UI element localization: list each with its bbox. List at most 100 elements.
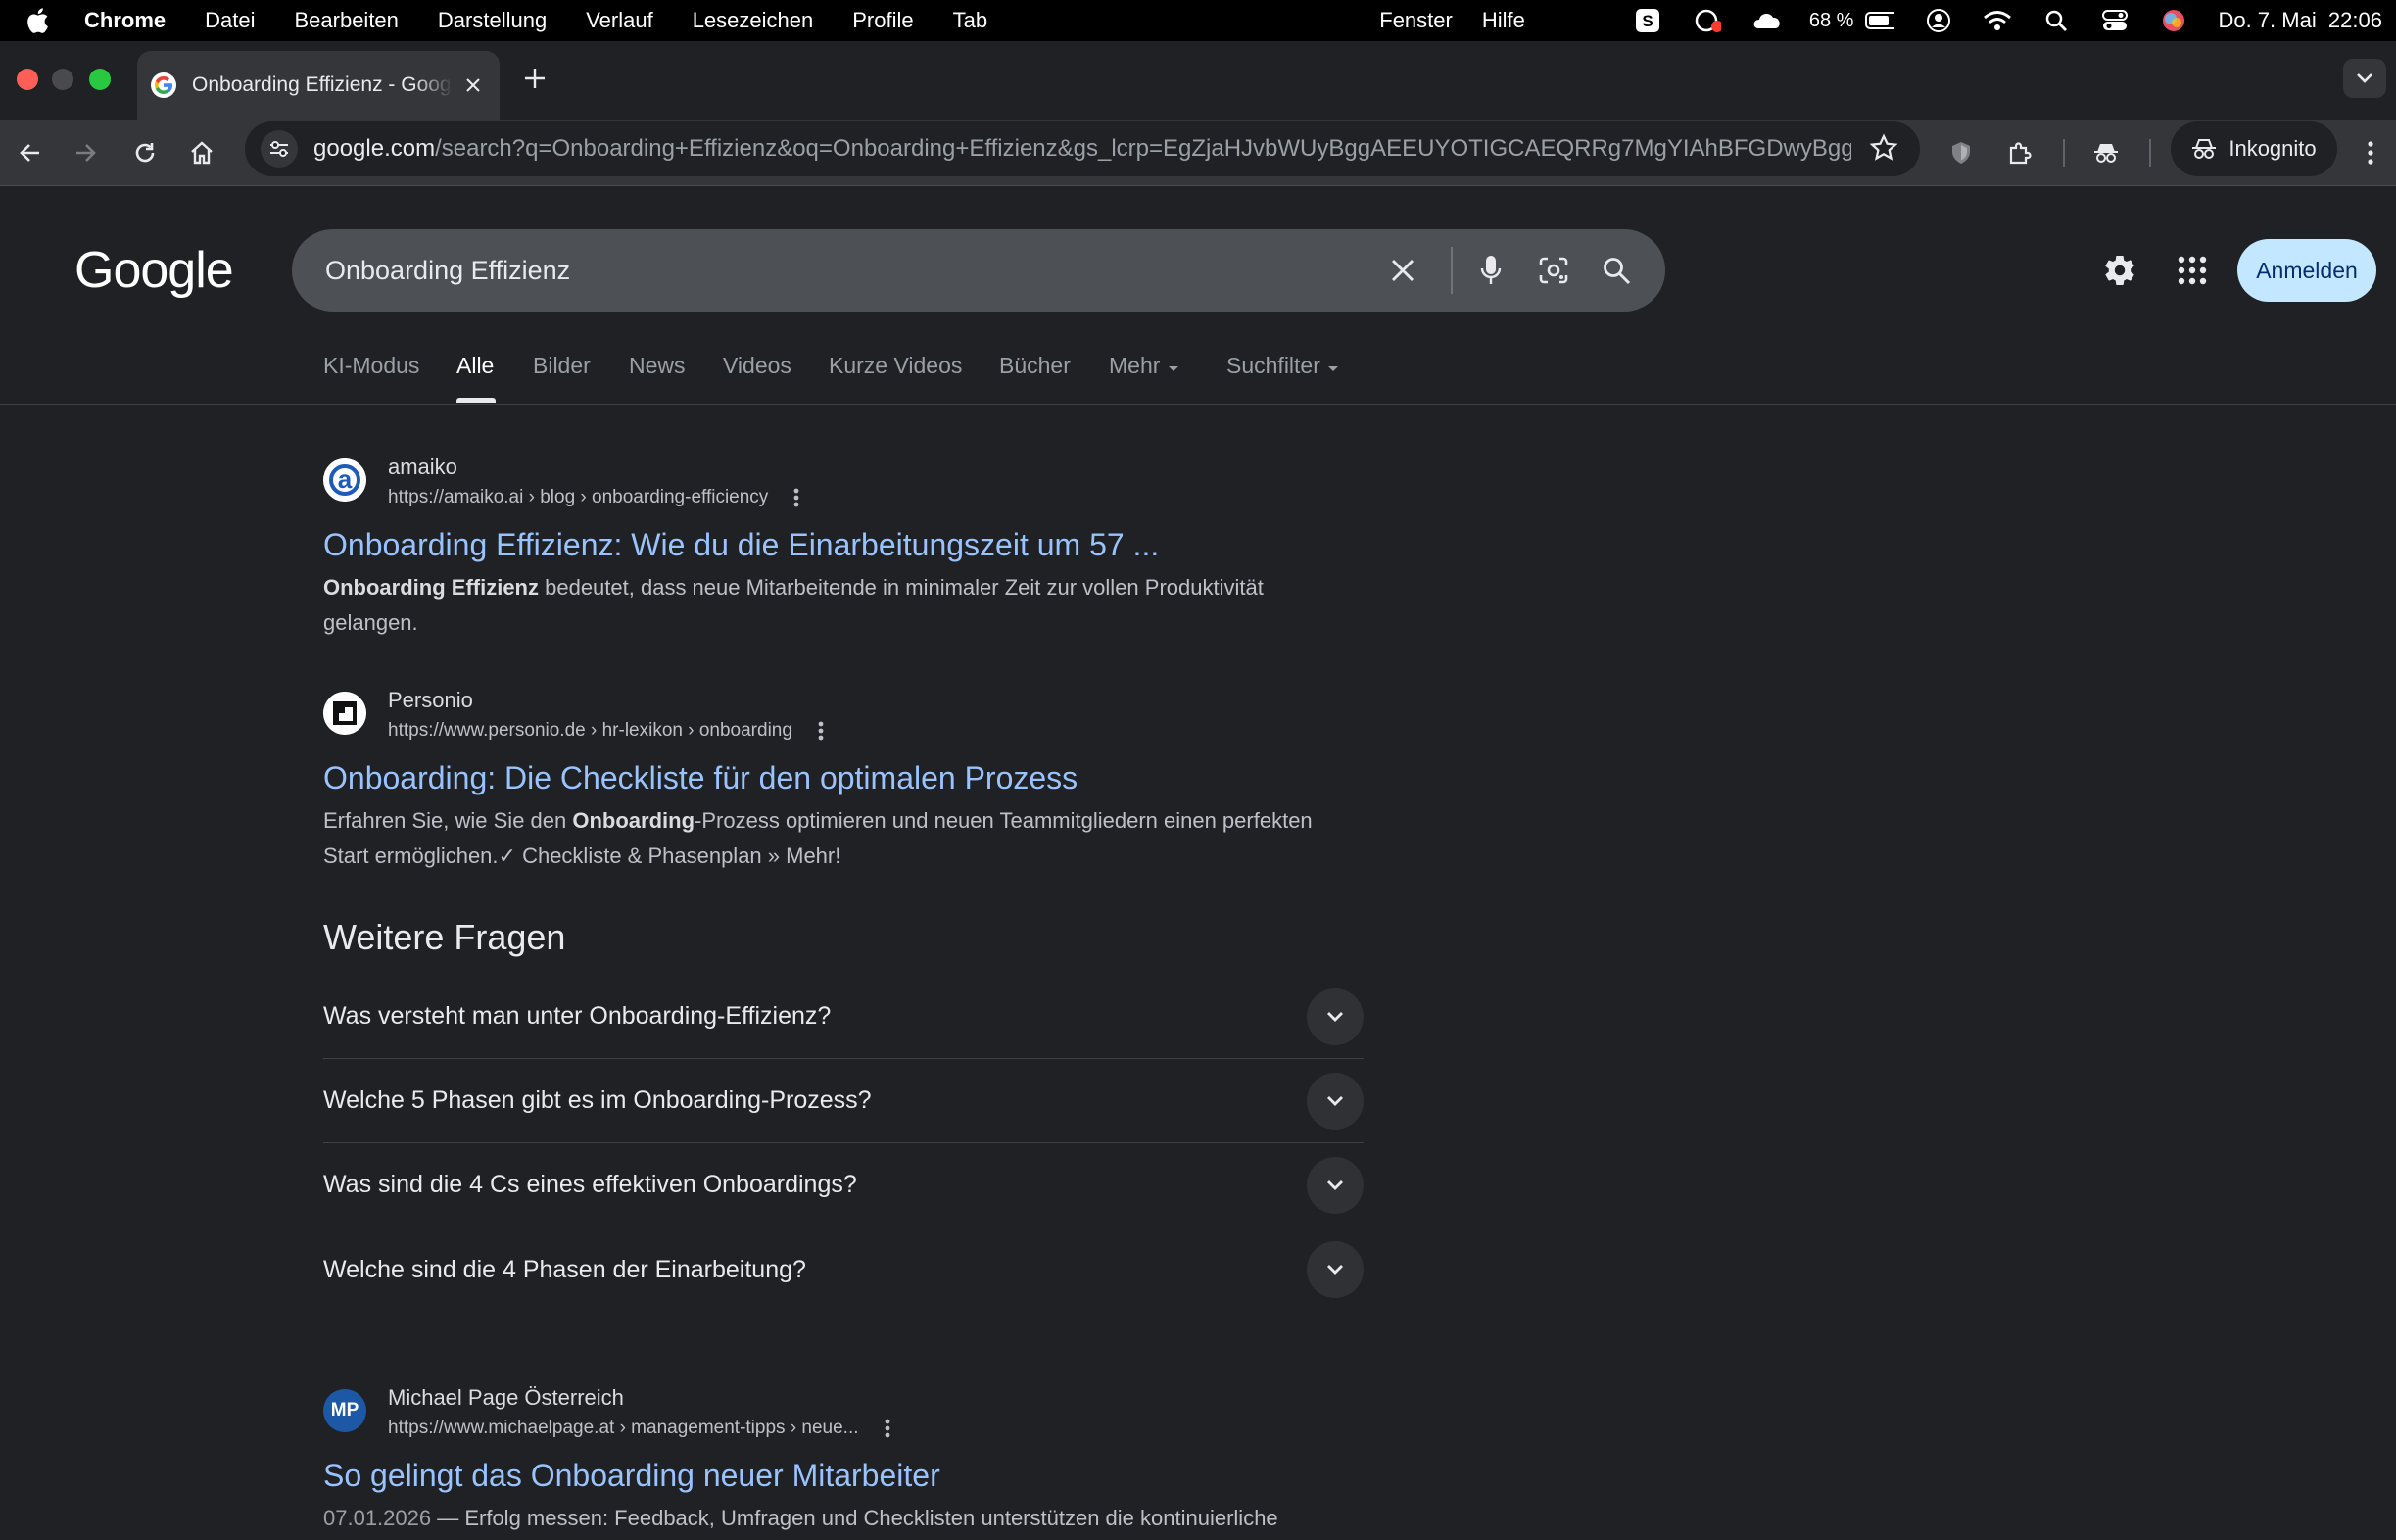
tab-search-chevron-icon[interactable] [2343,59,2386,98]
wifi-icon[interactable] [1983,7,2012,34]
snippet-bold: Onboarding Effizienz [323,575,539,600]
back-arrow-icon[interactable] [12,135,47,170]
browser-tab-active[interactable]: Onboarding Effizienz - Google Suche [137,51,500,120]
bookmark-star-icon[interactable] [1869,133,1898,168]
menu-tab[interactable]: Tab [953,8,987,33]
search-result: a amaiko https://amaiko.ai › blog › onbo… [323,453,1362,641]
spotlight-search-icon[interactable] [2041,7,2071,34]
tab-ki-modus[interactable]: KI-Modus [323,353,419,379]
paa-question[interactable]: Was versteht man unter Onboarding-Effizi… [323,975,1364,1059]
extensions-puzzle-icon[interactable] [2002,135,2037,170]
home-icon[interactable] [184,135,219,170]
shield-extension-icon[interactable] [1943,135,1979,170]
google-apps-grid-icon[interactable] [2169,247,2216,294]
sign-in-button[interactable]: Anmelden [2237,239,2376,302]
toolbar-separator [2063,139,2065,167]
tab-bilder[interactable]: Bilder [533,353,591,379]
chevron-down-icon[interactable] [1307,1157,1364,1214]
forward-arrow-icon[interactable] [69,135,104,170]
result-more-vertical-icon[interactable] [793,487,799,508]
result-title-link[interactable]: So gelingt das Onboarding neuer Mitarbei… [323,1456,1362,1495]
result-url[interactable]: https://www.michaelpage.at › management-… [388,1413,890,1444]
result-url-text: https://amaiko.ai › blog › onboarding-ef… [388,487,769,507]
tab-mehr[interactable]: Mehr [1109,353,1180,379]
site-info-icon[interactable] [261,130,298,168]
tab-suchfilter[interactable]: Suchfilter [1226,353,1340,379]
paa-question-text: Welche 5 Phasen gibt es im Onboarding-Pr… [323,1086,872,1114]
menu-darstellung[interactable]: Darstellung [438,8,547,33]
result-site-name[interactable]: Michael Page Österreich [388,1383,890,1413]
search-result: Personio https://www.personio.de › hr-le… [323,686,1362,874]
tab-videos[interactable]: Videos [723,353,791,379]
google-lens-camera-icon[interactable] [1532,249,1575,292]
google-favicon-icon [151,72,176,98]
result-url-text: https://www.michaelpage.at › management-… [388,1418,859,1438]
chrome-menu-icon[interactable] [2353,135,2388,170]
result-snippet: Erfahren Sie, wie Sie den Onboarding-Pro… [323,803,1362,874]
reload-icon[interactable] [127,135,163,170]
cloud-sync-icon[interactable] [1692,7,1721,34]
menu-datei[interactable]: Datei [205,8,255,33]
menu-hilfe[interactable]: Hilfe [1482,8,1525,33]
result-url[interactable]: https://www.personio.de › hr-lexikon › o… [388,715,824,746]
snippet-text: — Erfolg messen: Feedback, Umfragen und … [431,1506,1278,1530]
chevron-down-icon[interactable] [1307,1241,1364,1298]
amaiko-favicon-icon[interactable]: a [323,458,366,502]
result-site-name[interactable]: Personio [388,686,824,715]
paa-question[interactable]: Was sind die 4 Cs eines effektiven Onboa… [323,1143,1364,1227]
apple-menu-icon[interactable] [25,7,67,34]
creative-cloud-icon[interactable] [1750,7,1780,34]
battery-icon[interactable] [1865,7,1895,34]
maximize-window-button[interactable] [89,69,111,90]
tab-news[interactable]: News [629,353,686,379]
paa-question[interactable]: Welche 5 Phasen gibt es im Onboarding-Pr… [323,1059,1364,1143]
incognito-small-icon[interactable] [2088,135,2124,170]
tab-kurze-videos[interactable]: Kurze Videos [829,353,962,379]
new-tab-plus-icon[interactable] [519,63,551,94]
minimize-window-button[interactable] [52,69,73,90]
michael-page-favicon-icon[interactable]: MP [323,1389,366,1432]
close-window-button[interactable] [17,69,38,90]
menu-verlauf[interactable]: Verlauf [586,8,653,33]
google-logo[interactable]: Google [74,241,234,300]
chevron-down-icon[interactable] [1307,1073,1364,1130]
result-more-vertical-icon[interactable] [885,1418,890,1439]
chevron-down-icon[interactable] [1307,988,1364,1045]
tab-buecher[interactable]: Bücher [999,353,1071,379]
personio-favicon-icon[interactable] [323,692,366,735]
result-site-name[interactable]: amaiko [388,453,799,482]
user-account-icon[interactable] [1924,7,1953,34]
menu-lesezeichen[interactable]: Lesezeichen [693,8,814,33]
tab-title: Onboarding Effizienz - Google Suche [192,73,453,96]
menu-bearbeiten[interactable]: Bearbeiten [294,8,398,33]
favicon-text: MP [330,1400,359,1420]
address-bar[interactable]: google.com/search?q=Onboarding+Effizienz… [245,121,1920,176]
paa-question[interactable]: Welche sind die 4 Phasen der Einarbeitun… [323,1227,1364,1312]
svg-text:a: a [338,464,353,494]
result-title-link[interactable]: Onboarding: Die Checkliste für den optim… [323,758,1362,797]
menu-app-name[interactable]: Chrome [84,8,166,33]
menubar-datetime[interactable]: Do. 7. Mai 22:06 [2218,8,2382,33]
result-more-vertical-icon[interactable] [818,720,824,742]
voice-search-mic-icon[interactable] [1469,249,1512,292]
tab-close-icon[interactable] [460,72,486,98]
menu-fenster[interactable]: Fenster [1379,8,1453,33]
tab-alle[interactable]: Alle [456,353,494,379]
search-input[interactable] [325,255,1305,286]
snippet-bold: Onboarding [572,808,695,833]
s-app-icon[interactable]: S [1633,7,1662,34]
settings-gear-icon[interactable] [2096,247,2143,294]
search-submit-icon[interactable] [1595,249,1638,292]
tab-mehr-label: Mehr [1109,353,1161,378]
menu-profile[interactable]: Profile [852,8,913,33]
paa-heading: Weitere Fragen [323,917,566,957]
search-box[interactable] [292,229,1665,312]
control-center-icon[interactable] [2100,7,2130,34]
incognito-icon [2192,139,2217,159]
macos-menubar: Chrome Datei Bearbeiten Darstellung Verl… [0,0,2396,41]
result-title-link[interactable]: Onboarding Effizienz: Wie du die Einarbe… [323,525,1362,564]
incognito-button[interactable]: Inkognito [2171,121,2337,176]
result-url[interactable]: https://amaiko.ai › blog › onboarding-ef… [388,482,799,513]
clear-search-icon[interactable] [1381,249,1424,292]
siri-icon[interactable] [2159,7,2188,34]
